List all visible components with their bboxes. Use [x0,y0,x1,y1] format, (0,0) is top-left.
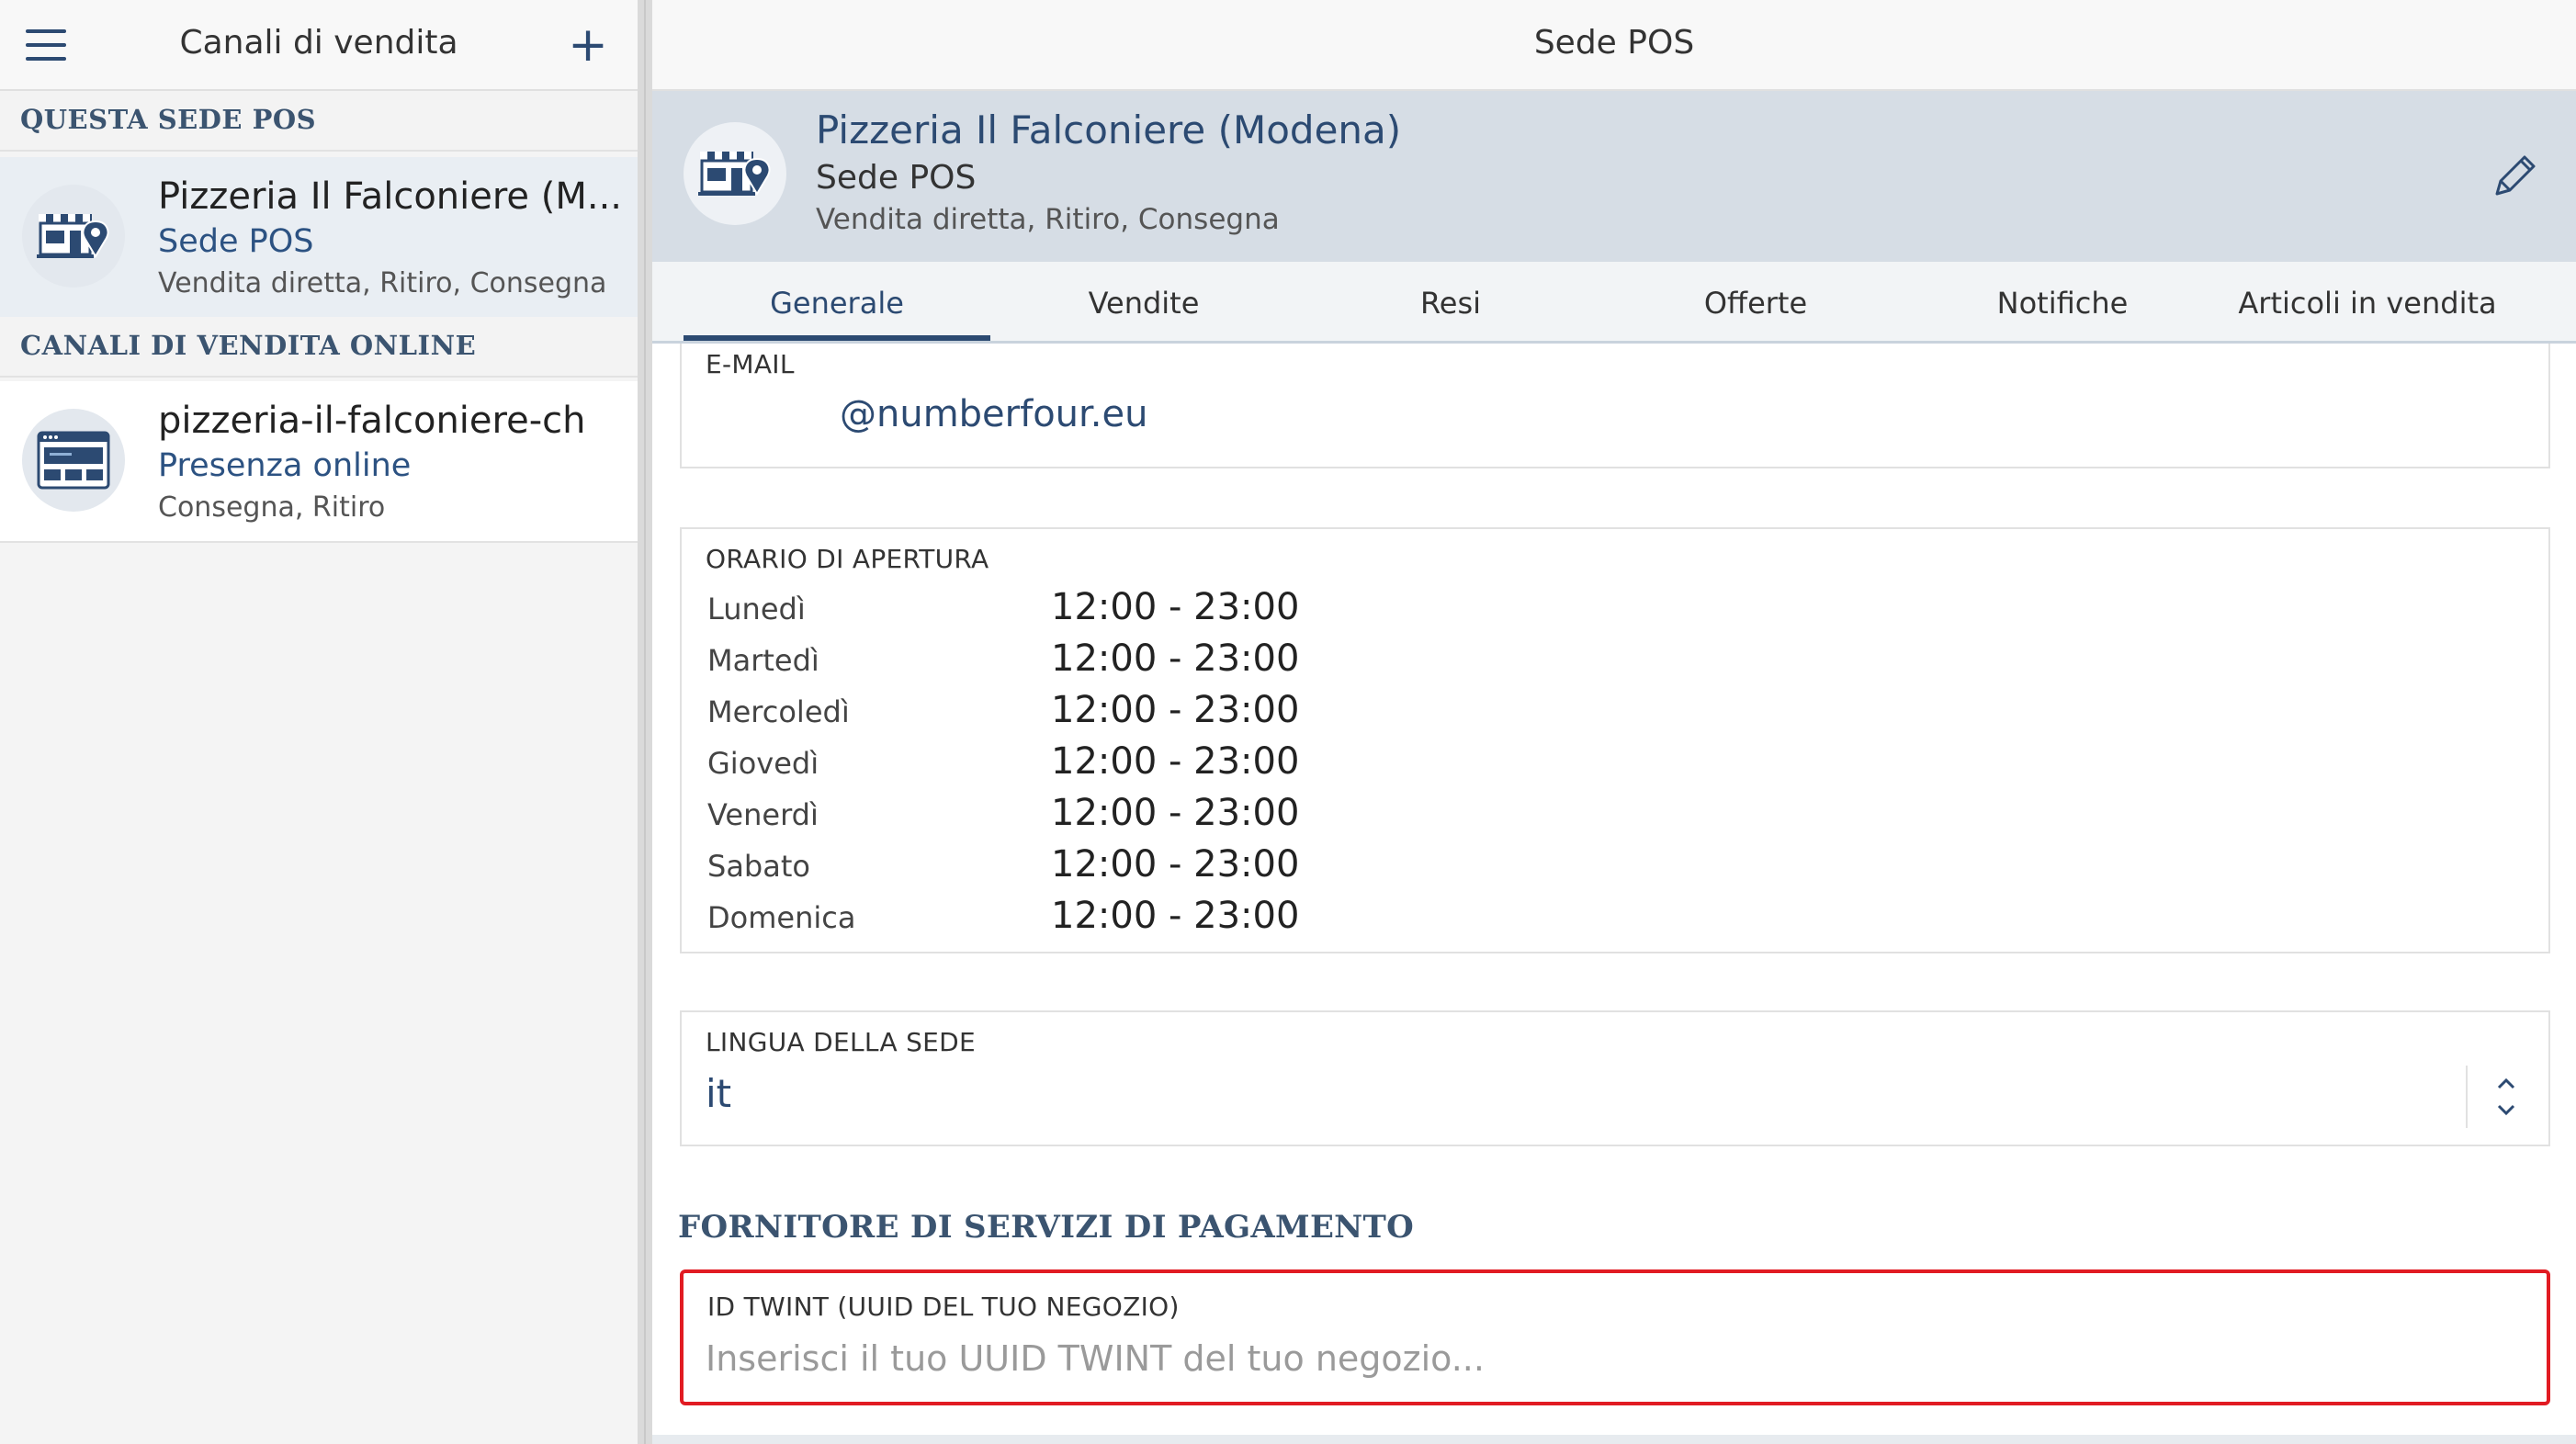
twint-id-field[interactable]: ID TWINT (UUID DEL TUO NEGOZIO) [680,1269,2550,1405]
add-channel-button[interactable]: + [568,20,608,70]
hours-value: 12:00 - 23:00 [1051,895,1300,937]
active-tab-indicator [684,335,990,341]
hours-value: 12:00 - 23:00 [1051,792,1300,834]
day-label: Mercoledì [707,694,850,729]
hours-value: 12:00 - 23:00 [1051,586,1300,628]
opening-hours-card: ORARIO DI APERTURA Lunedì 12:00 - 23:00 … [680,527,2550,953]
field-label: ID TWINT (UUID DEL TUO NEGOZIO) [707,1292,1180,1322]
edit-pencil-icon[interactable] [2488,148,2543,203]
day-label: Sabato [707,849,810,884]
location-name: Pizzeria Il Falconiere (Modena) [816,107,1402,152]
email-value[interactable]: @numberfour.eu [840,393,1147,435]
hours-value: 12:00 - 23:00 [1051,843,1300,886]
day-label: Domenica [707,900,856,935]
channel-services: Consegna, Ritiro [158,491,386,524]
left-header: Canali di vendita + [0,0,638,91]
day-label: Lunedì [707,592,806,626]
day-label: Martedì [707,643,819,678]
section-title: CANALI DI VENDITA ONLINE [20,330,477,361]
day-label: Giovedì [707,746,819,781]
browser-window-icon [22,409,125,512]
channel-subtitle: Presenza online [158,447,412,484]
tab-resi[interactable]: Resi [1297,262,1604,341]
section-heading-payment: FORNITORE DI SERVIZI DI PAGAMENTO [678,1209,1415,1246]
section-title: QUESTA SEDE POS [20,104,317,135]
tab-generale[interactable]: Generale [684,262,990,341]
hours-value: 12:00 - 23:00 [1051,689,1300,731]
email-field[interactable]: E-MAIL @numberfour.eu [680,344,2550,468]
location-services: Vendita diretta, Ritiro, Consegna [816,203,1280,236]
page-title: Sede POS [1533,24,1695,62]
day-label: Venerdì [707,797,819,832]
section-header-this-pos: QUESTA SEDE POS [0,91,638,152]
field-label: E-MAIL [706,349,795,379]
location-type: Sede POS [816,159,977,197]
field-label: LINGUA DELLA SEDE [706,1027,977,1057]
hours-value: 12:00 - 23:00 [1051,637,1300,680]
tab-offerte[interactable]: Offerte [1602,262,1909,341]
section-header-online: CANALI DI VENDITA ONLINE [0,317,638,378]
scroll-edge [652,1435,2576,1444]
tab-vendite[interactable]: Vendite [990,262,1297,341]
field-label: ORARIO DI APERTURA [706,544,989,574]
channel-services: Vendita diretta, Ritiro, Consegna [158,267,607,299]
select-divider [2466,1066,2468,1128]
store-location-icon [22,185,125,288]
panel-divider-line [644,0,646,1444]
hours-value: 12:00 - 23:00 [1051,740,1300,783]
location-summary: Pizzeria Il Falconiere (Modena) Sede POS… [652,91,2576,262]
channel-item-online[interactable]: pizzeria-il-falconiere-ch Presenza onlin… [0,381,638,543]
channel-item-pos[interactable]: Pizzeria Il Falconiere (M... Sede POS Ve… [0,157,638,319]
language-value[interactable]: it [706,1071,731,1116]
right-header: Sede POS [652,0,2576,91]
panel-title: Canali di vendita [179,24,458,62]
location-detail-panel: Sede POS Pizzeria Il Falconiere (Modena)… [652,0,2576,1444]
tab-notifiche[interactable]: Notifiche [1909,262,2216,341]
channel-title: Pizzeria Il Falconiere (M... [158,175,623,218]
channel-subtitle: Sede POS [158,223,314,260]
language-select[interactable]: LINGUA DELLA SEDE it [680,1010,2550,1146]
tab-bar: Generale Vendite Resi Offerte Notifiche … [652,262,2576,344]
channel-title: pizzeria-il-falconiere-ch [158,400,586,442]
sales-channels-panel: Canali di vendita + QUESTA SEDE POS Pizz… [0,0,638,1444]
tab-articoli-in-vendita[interactable]: Articoli in vendita [2214,262,2521,341]
store-location-icon [684,122,786,225]
twint-uuid-input[interactable] [706,1332,2506,1385]
chevron-up-down-icon[interactable] [2488,1069,2525,1124]
